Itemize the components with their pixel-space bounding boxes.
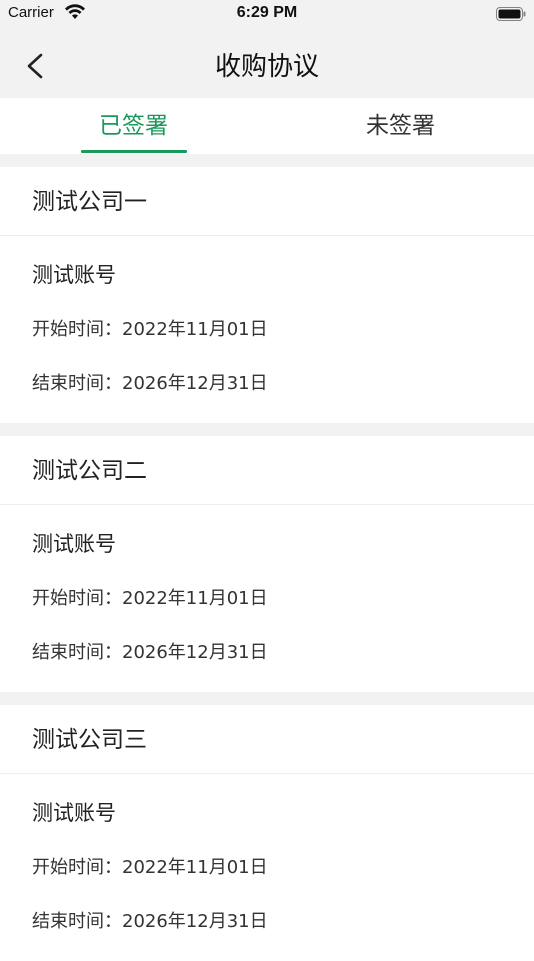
start-time-row: 开始时间：2022年11月01日 xyxy=(32,853,268,879)
status-bar: Carrier 6:29 PM xyxy=(0,0,534,30)
active-tab-indicator xyxy=(81,150,187,153)
status-time: 6:29 PM xyxy=(236,4,298,21)
page-title: 收购协议 xyxy=(214,52,319,82)
battery-icon xyxy=(496,6,526,21)
company-name: 测试公司一 xyxy=(0,167,534,236)
end-time-row: 结束时间：2026年12月31日 xyxy=(32,907,268,933)
account-name: 测试账号 xyxy=(32,263,116,287)
end-time-row: 结束时间：2026年12月31日 xyxy=(32,638,268,664)
end-time-value: 2026年12月31日 xyxy=(122,911,268,932)
account-name: 测试账号 xyxy=(32,532,116,556)
agreement-card[interactable]: 测试公司二 测试账号 开始时间：2022年11月01日 结束时间：2026年12… xyxy=(0,436,534,692)
end-time-value: 2026年12月31日 xyxy=(122,642,268,663)
end-time-row: 结束时间：2026年12月31日 xyxy=(32,369,268,395)
start-time-row: 开始时间：2022年11月01日 xyxy=(32,584,268,610)
start-time-row: 开始时间：2022年11月01日 xyxy=(32,315,268,341)
agreement-card[interactable]: 测试公司一 测试账号 开始时间：2022年11月01日 结束时间：2026年12… xyxy=(0,167,534,423)
start-time-label: 开始时间： xyxy=(32,588,122,609)
company-name: 测试公司三 xyxy=(0,705,534,774)
company-name: 测试公司二 xyxy=(0,436,534,505)
navigation-bar: 收购协议 xyxy=(0,30,534,98)
agreement-card[interactable]: 测试公司三 测试账号 开始时间：2022年11月01日 结束时间：2026年12… xyxy=(0,705,534,961)
start-time-label: 开始时间： xyxy=(32,857,122,878)
end-time-label: 结束时间： xyxy=(32,642,122,663)
start-time-value: 2022年11月01日 xyxy=(122,857,268,878)
tab-bar: 已签署 未签署 xyxy=(0,98,534,154)
start-time-value: 2022年11月01日 xyxy=(122,319,268,340)
tab-unsigned[interactable]: 未签署 xyxy=(267,98,534,154)
end-time-label: 结束时间： xyxy=(32,911,122,932)
account-name: 测试账号 xyxy=(32,801,116,825)
end-time-value: 2026年12月31日 xyxy=(122,373,268,394)
start-time-label: 开始时间： xyxy=(32,319,122,340)
tab-signed[interactable]: 已签署 xyxy=(0,98,267,154)
end-time-label: 结束时间： xyxy=(32,373,122,394)
start-time-value: 2022年11月01日 xyxy=(122,588,268,609)
